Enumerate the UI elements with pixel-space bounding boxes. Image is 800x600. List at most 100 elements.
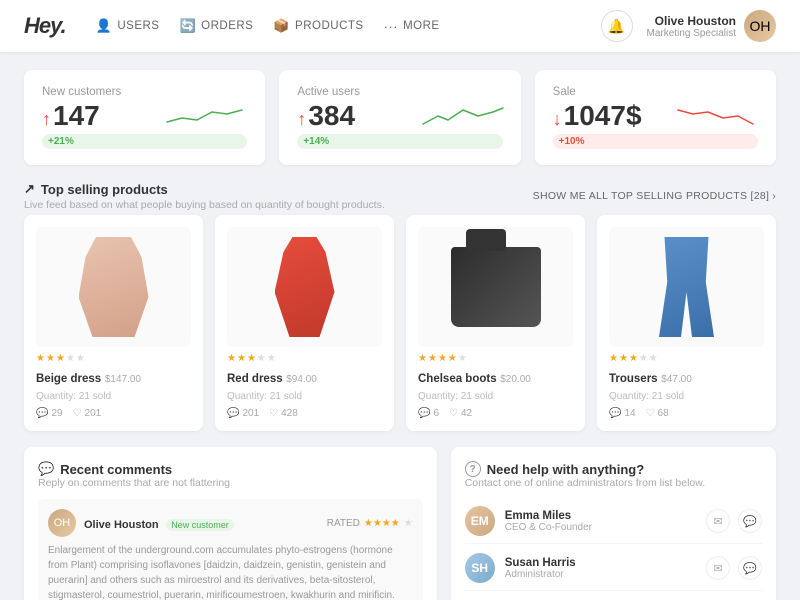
avatar-initials: OH bbox=[750, 18, 771, 34]
user-menu[interactable]: Olive Houston Marketing Specialist OH bbox=[647, 10, 776, 42]
product-image-trousers bbox=[609, 227, 764, 347]
comment-count-red: 💬 201 bbox=[227, 408, 259, 419]
person-info-emma: Emma Miles CEO & Co-Founder bbox=[505, 510, 696, 533]
stat-value-row-1: ↑384 bbox=[297, 102, 502, 130]
product-qty-boots: Quantity: 21 sold bbox=[418, 391, 573, 402]
bottom-row: 💬 Recent comments Reply on comments that… bbox=[24, 447, 776, 600]
section-subtitle-products: Live feed based on what people buying ba… bbox=[24, 199, 385, 211]
nav-more[interactable]: ··· MORE bbox=[384, 18, 440, 34]
like-count-boots: ♡ 42 bbox=[449, 408, 472, 419]
show-all-link[interactable]: SHOW ME ALL TOP SELLING PRODUCTS [28] › bbox=[533, 190, 776, 202]
stats-row: New customers ↑147 +21% bbox=[24, 70, 776, 165]
bell-icon: 🔔 bbox=[608, 18, 625, 35]
person-name-emma: Emma Miles bbox=[505, 510, 696, 522]
stat-label-new-customers: New customers bbox=[42, 86, 247, 98]
comment-count-trousers: 💬 14 bbox=[609, 408, 636, 419]
nav-orders-label: ORDERS bbox=[201, 20, 253, 32]
stat-card-sale: Sale ↓1047$ +10% bbox=[535, 70, 776, 165]
heart-icon-beige: ♡ bbox=[73, 408, 82, 419]
comment-count-beige: 💬 29 bbox=[36, 408, 63, 419]
trending-icon: ↗ bbox=[24, 181, 35, 197]
product-card-beige-dress[interactable]: ★★★★★ Beige dress $147.00 Quantity: 21 s… bbox=[24, 215, 203, 431]
user-text-block: Olive Houston Marketing Specialist bbox=[647, 14, 736, 39]
section-subtitle-help: Contact one of online administrators fro… bbox=[465, 477, 762, 489]
more-icon: ··· bbox=[384, 19, 399, 34]
comment-new-customer-tag: New customer bbox=[166, 519, 234, 531]
stat-prefix-1: ↑ bbox=[297, 109, 306, 129]
nav-users-label: USERS bbox=[117, 20, 159, 32]
nav-orders[interactable]: 🔄 ORDERS bbox=[179, 18, 253, 34]
dress-red-shape bbox=[275, 237, 335, 337]
person-name-susan: Susan Harris bbox=[505, 557, 696, 569]
stat-label-sale: Sale bbox=[553, 86, 758, 98]
section-subtitle-comments: Reply on comments that are not flatterin… bbox=[38, 477, 423, 489]
products-icon: 📦 bbox=[273, 18, 290, 34]
main-content: New customers ↑147 +21% bbox=[0, 52, 800, 600]
product-image-beige-dress bbox=[36, 227, 191, 347]
heart-icon-trousers: ♡ bbox=[646, 408, 655, 419]
help-section: ? Need help with anything? Contact one o… bbox=[451, 447, 776, 600]
help-person-scott: SJ Scott Jenkins Support ✉ 💬 bbox=[465, 593, 762, 600]
product-meta-trousers: 💬 14 ♡ 68 bbox=[609, 408, 764, 419]
help-icon: ? bbox=[465, 461, 481, 477]
product-meta-boots: 💬 6 ♡ 42 bbox=[418, 408, 573, 419]
trousers-blue-shape bbox=[659, 237, 714, 337]
stars-beige-dress: ★★★★★ bbox=[36, 353, 191, 364]
product-name-beige-dress: Beige dress bbox=[36, 373, 101, 385]
stat-badge-new-customers: +21% bbox=[42, 134, 247, 149]
chat-button-susan[interactable]: 💬 bbox=[738, 556, 762, 580]
like-count-red: ♡ 428 bbox=[269, 408, 298, 419]
comment-icon-red: 💬 bbox=[227, 408, 239, 419]
notification-button[interactable]: 🔔 bbox=[601, 10, 633, 42]
product-card-trousers[interactable]: ★★★★★ Trousers $47.00 Quantity: 21 sold … bbox=[597, 215, 776, 431]
product-image-red-dress bbox=[227, 227, 382, 347]
rated-row: RATED ★★★★★ bbox=[327, 518, 413, 529]
stat-value-active-users: ↑384 bbox=[297, 102, 355, 130]
product-name-trousers: Trousers bbox=[609, 373, 658, 385]
comment-icon-boots: 💬 bbox=[418, 408, 430, 419]
comment-card: OH Olive Houston New customer RATED ★★★★… bbox=[38, 499, 423, 600]
product-meta-beige-dress: 💬 29 ♡ 201 bbox=[36, 408, 191, 419]
product-card-red-dress[interactable]: ★★★★★ Red dress $94.00 Quantity: 21 sold… bbox=[215, 215, 394, 431]
help-person-list: EM Emma Miles CEO & Co-Founder ✉ 💬 SH bbox=[465, 499, 762, 600]
help-person-emma: EM Emma Miles CEO & Co-Founder ✉ 💬 bbox=[465, 499, 762, 544]
stat-chart-2 bbox=[678, 102, 758, 130]
header: Hey. 👤 USERS 🔄 ORDERS 📦 PRODUCTS ··· MOR… bbox=[0, 0, 800, 52]
product-name-boots: Chelsea boots bbox=[418, 373, 497, 385]
stat-chart-0 bbox=[167, 102, 247, 130]
comment-avatar: OH bbox=[48, 509, 76, 537]
stat-card-new-customers: New customers ↑147 +21% bbox=[24, 70, 265, 165]
person-role-susan: Administrator bbox=[505, 569, 696, 580]
email-button-emma[interactable]: ✉ bbox=[706, 509, 730, 533]
section-header-products: ↗ Top selling products Live feed based o… bbox=[24, 181, 776, 211]
product-image-boots bbox=[418, 227, 573, 347]
chat-button-emma[interactable]: 💬 bbox=[738, 509, 762, 533]
stat-prefix-2: ↓ bbox=[553, 109, 562, 129]
rated-label: RATED bbox=[327, 518, 360, 529]
nav-products-label: PRODUCTS bbox=[295, 20, 364, 32]
top-selling-section: ↗ Top selling products Live feed based o… bbox=[24, 181, 776, 431]
product-qty-red-dress: Quantity: 21 sold bbox=[227, 391, 382, 402]
stat-value-row-0: ↑147 bbox=[42, 102, 247, 130]
like-count-trousers: ♡ 68 bbox=[646, 408, 669, 419]
stat-badge-active-users: +14% bbox=[297, 134, 502, 149]
stat-value-new-customers: ↑147 bbox=[42, 102, 100, 130]
product-meta-red-dress: 💬 201 ♡ 428 bbox=[227, 408, 382, 419]
email-button-susan[interactable]: ✉ bbox=[706, 556, 730, 580]
boots-black-shape bbox=[451, 247, 541, 327]
section-title-block-products: ↗ Top selling products Live feed based o… bbox=[24, 181, 385, 211]
section-title-comments: 💬 Recent comments bbox=[38, 461, 423, 477]
stat-value-sale: ↓1047$ bbox=[553, 102, 642, 130]
avatar: OH bbox=[744, 10, 776, 42]
heart-icon-red: ♡ bbox=[269, 408, 278, 419]
comment-header: OH Olive Houston New customer RATED ★★★★… bbox=[48, 509, 413, 537]
user-role: Marketing Specialist bbox=[647, 28, 736, 39]
products-grid: ★★★★★ Beige dress $147.00 Quantity: 21 s… bbox=[24, 215, 776, 431]
person-info-susan: Susan Harris Administrator bbox=[505, 557, 696, 580]
nav-products[interactable]: 📦 PRODUCTS bbox=[273, 18, 363, 34]
stat-prefix-0: ↑ bbox=[42, 109, 51, 129]
stars-red-dress: ★★★★★ bbox=[227, 353, 382, 364]
nav-users[interactable]: 👤 USERS bbox=[96, 18, 160, 34]
help-person-susan: SH Susan Harris Administrator ✉ 💬 bbox=[465, 546, 762, 591]
product-card-boots[interactable]: ★★★★★ Chelsea boots $20.00 Quantity: 21 … bbox=[406, 215, 585, 431]
